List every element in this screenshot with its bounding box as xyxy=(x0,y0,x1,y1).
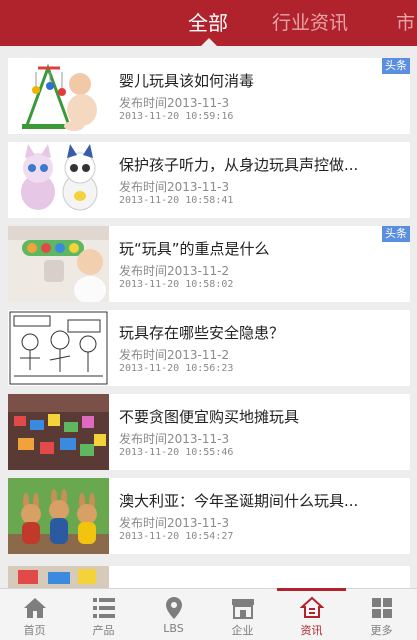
nav-label: 首页 xyxy=(23,624,46,637)
news-thumbnail xyxy=(8,478,109,554)
tab-industry-news[interactable]: 行业资讯 xyxy=(272,0,348,46)
nav-label: LBS xyxy=(163,622,184,635)
news-item[interactable]: 不要贪图便宜购买地摊玩具 发布时间2013-11-3 2013-11-20 10… xyxy=(8,394,410,470)
news-thumbnail xyxy=(8,394,109,470)
news-publish-date: 发布时间2013-11-3 xyxy=(119,96,230,110)
active-tab-indicator xyxy=(201,38,217,46)
news-item-partial[interactable] xyxy=(8,566,410,588)
news-thumbnail xyxy=(8,142,109,218)
news-item[interactable]: 玩“玩具”的重点是什么 发布时间2013-11-2 2013-11-20 10:… xyxy=(8,226,410,302)
home-icon xyxy=(24,598,46,618)
location-pin-icon xyxy=(166,597,182,619)
headline-badge: 头条 xyxy=(382,58,410,74)
news-thumbnail xyxy=(8,566,109,588)
grid-icon xyxy=(372,598,392,618)
news-timestamp: 2013-11-20 10:58:41 xyxy=(119,195,234,206)
news-publish-date: 发布时间2013-11-3 xyxy=(119,180,230,194)
news-timestamp: 2013-11-20 10:55:46 xyxy=(119,447,234,458)
bottom-navigation: 首页 产品 LBS 企业 资讯 更多 xyxy=(0,588,417,640)
news-publish-date: 发布时间2013-11-2 xyxy=(119,348,230,362)
news-item[interactable]: 玩具存在哪些安全隐患？ 发布时间2013-11-2 2013-11-20 10:… xyxy=(8,310,410,386)
news-timestamp: 2013-11-20 10:59:16 xyxy=(119,111,234,122)
news-thumbnail xyxy=(8,226,109,302)
nav-label: 资讯 xyxy=(300,624,323,637)
news-title: 不要贪图便宜购买地摊玩具 xyxy=(119,408,300,426)
top-tab-bar: 全部 行业资讯 市 xyxy=(0,0,417,46)
nav-news[interactable]: 资讯 xyxy=(277,588,346,640)
nav-label: 企业 xyxy=(231,624,254,637)
news-icon xyxy=(300,596,324,618)
news-thumbnail xyxy=(8,58,109,134)
nav-more[interactable]: 更多 xyxy=(347,589,416,640)
news-title: 玩“玩具”的重点是什么 xyxy=(119,240,270,258)
store-icon xyxy=(232,599,254,619)
news-title: 玩具存在哪些安全隐患？ xyxy=(119,324,285,342)
nav-lbs[interactable]: LBS xyxy=(139,589,208,640)
news-publish-date: 发布时间2013-11-3 xyxy=(119,432,230,446)
news-timestamp: 2013-11-20 10:58:02 xyxy=(119,279,234,290)
news-publish-date: 发布时间2013-11-3 xyxy=(119,516,230,530)
nav-label: 产品 xyxy=(92,624,115,637)
tab-market[interactable]: 市 xyxy=(396,0,415,46)
news-thumbnail xyxy=(8,310,109,386)
nav-home[interactable]: 首页 xyxy=(0,589,69,640)
list-icon xyxy=(93,598,115,618)
news-timestamp: 2013-11-20 10:56:23 xyxy=(119,363,234,374)
news-item[interactable]: 保护孩子听力，从身边玩具声控做... 发布时间2013-11-3 2013-11… xyxy=(8,142,410,218)
news-item[interactable]: 澳大利亚：今年圣诞期间什么玩具... 发布时间2013-11-3 2013-11… xyxy=(8,478,410,554)
nav-company[interactable]: 企业 xyxy=(208,589,277,640)
news-item[interactable]: 婴儿玩具该如何消毒 发布时间2013-11-3 2013-11-20 10:59… xyxy=(8,58,410,134)
news-publish-date: 发布时间2013-11-2 xyxy=(119,264,230,278)
news-title: 婴儿玩具该如何消毒 xyxy=(119,72,255,90)
news-timestamp: 2013-11-20 10:54:27 xyxy=(119,531,234,542)
news-title: 澳大利亚：今年圣诞期间什么玩具... xyxy=(119,492,359,510)
headline-badge: 头条 xyxy=(382,226,410,242)
active-nav-indicator xyxy=(277,588,346,591)
nav-products[interactable]: 产品 xyxy=(69,589,138,640)
nav-label: 更多 xyxy=(370,624,393,637)
news-title: 保护孩子听力，从身边玩具声控做... xyxy=(119,156,359,174)
